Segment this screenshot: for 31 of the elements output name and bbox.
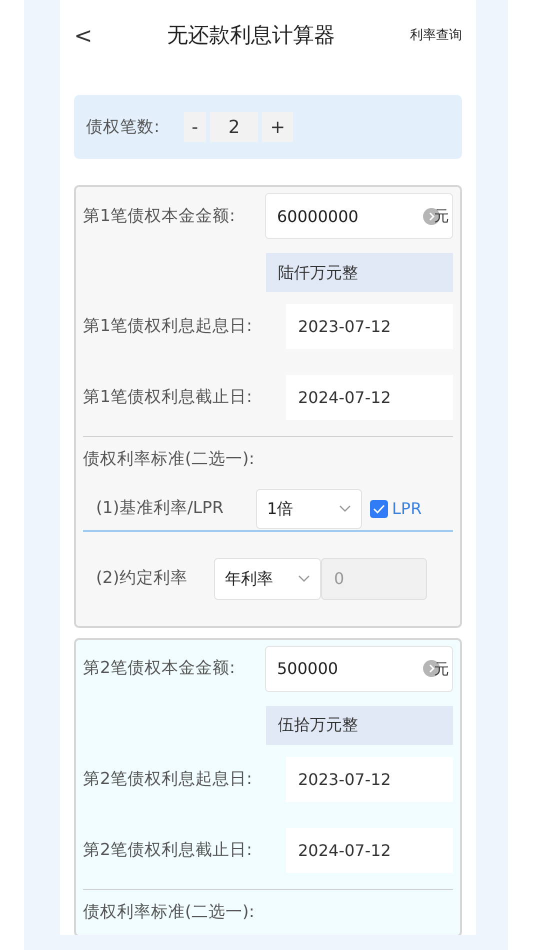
date-field[interactable]: 2023-07-12 bbox=[286, 304, 453, 349]
field-label: (1)基准利率/LPR bbox=[96, 497, 225, 520]
section-heading: 债权利率标准(二选一): bbox=[83, 448, 256, 470]
unit-label: 元 bbox=[434, 206, 449, 227]
chevron-down-icon bbox=[339, 505, 351, 514]
count-label: 债权笔数: bbox=[86, 116, 160, 138]
field-label: 第2笔债权利息截止日: bbox=[83, 838, 252, 861]
lpr-checkbox[interactable] bbox=[370, 500, 388, 518]
amount-in-words: 伍拾万元整 bbox=[266, 706, 453, 745]
field-label: 第2笔债权本金金额: bbox=[83, 657, 236, 680]
field-label: 第1笔债权利息起息日: bbox=[83, 315, 252, 338]
back-button[interactable]: < bbox=[74, 20, 92, 52]
page-title: 无还款利息计算器 bbox=[167, 23, 336, 49]
field-label: 第1笔债权利息截止日: bbox=[83, 386, 252, 408]
count-field[interactable]: 2 bbox=[210, 112, 258, 142]
rate-query-link[interactable]: 利率查询 bbox=[410, 26, 462, 46]
field-label: 第1笔债权本金金额: bbox=[83, 204, 236, 227]
increment-button[interactable]: + bbox=[262, 112, 294, 142]
field-label: 第2笔债权利息起息日: bbox=[83, 768, 252, 790]
checkbox-label: LPR bbox=[392, 498, 422, 520]
section-heading: 债权利率标准(二选一): bbox=[83, 900, 256, 923]
field-label: (2)约定利率 bbox=[96, 567, 188, 590]
chevron-down-icon bbox=[298, 575, 310, 584]
decrement-button[interactable]: - bbox=[184, 112, 206, 142]
date-field[interactable]: 2024-07-12 bbox=[286, 375, 453, 420]
date-field[interactable]: 2024-07-12 bbox=[286, 828, 453, 873]
date-field[interactable]: 2023-07-12 bbox=[286, 756, 453, 802]
multiplier-select[interactable]: 1倍 bbox=[256, 488, 362, 529]
unit-label: 元 bbox=[434, 658, 449, 680]
rate-type-select[interactable]: 年利率 bbox=[214, 558, 321, 600]
amount-in-words: 陆仟万元整 bbox=[266, 253, 453, 292]
